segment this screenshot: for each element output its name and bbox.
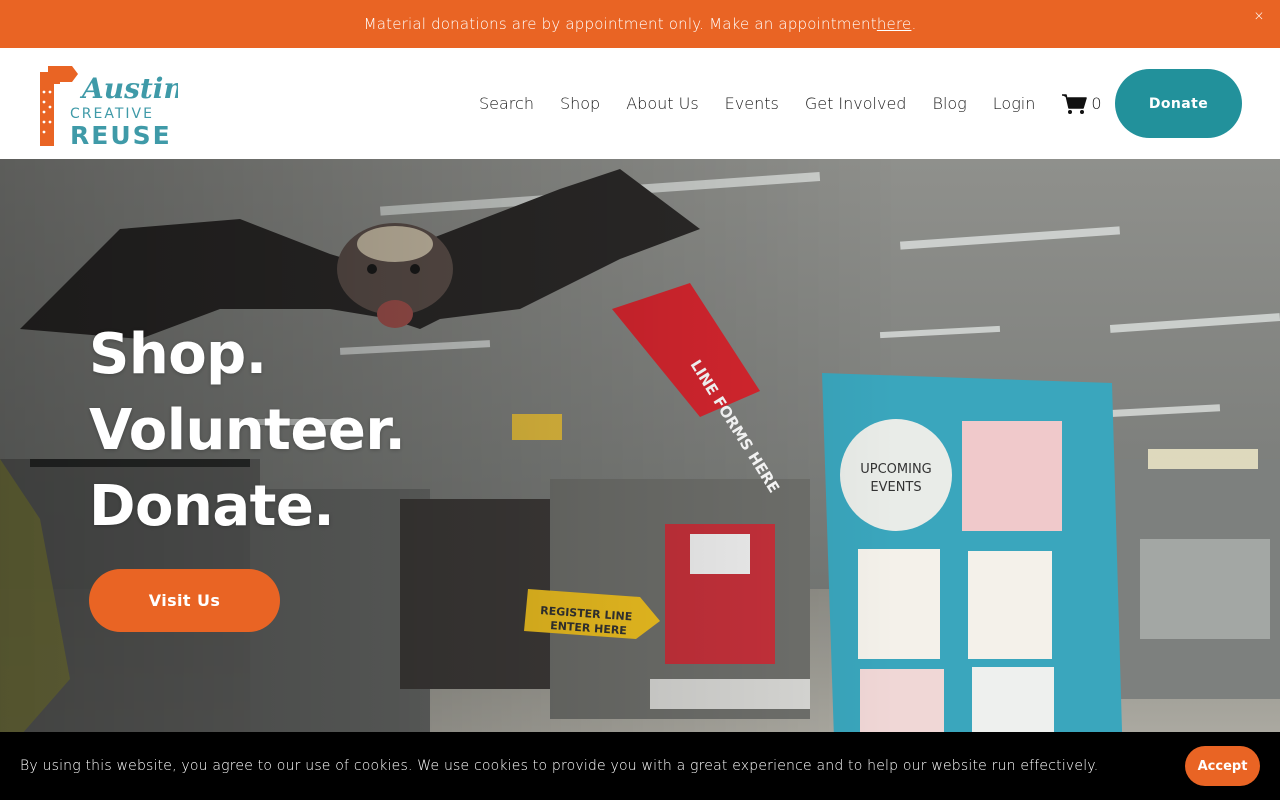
- announcement-bar: Material donations are by appointment on…: [0, 0, 1280, 48]
- cart-count: 0: [1091, 94, 1102, 113]
- hero-line-volunteer: Volunteer.: [89, 398, 406, 463]
- cookie-text: By using this website, you agree to our …: [20, 758, 1099, 774]
- cart-button[interactable]: 0: [1061, 93, 1102, 115]
- announcement-text: Material donations are by appointment on…: [363, 15, 877, 33]
- nav-get-involved[interactable]: Get Involved: [805, 94, 907, 113]
- nav-events[interactable]: Events: [725, 94, 779, 113]
- logo-line3: REUSE: [70, 121, 172, 148]
- hero-headline: Shop. Volunteer. Donate.: [89, 317, 406, 545]
- nav-shop[interactable]: Shop: [560, 94, 600, 113]
- accept-cookies-button[interactable]: Accept: [1185, 746, 1260, 786]
- logo-line2: CREATIVE: [70, 106, 154, 122]
- nav-blog[interactable]: Blog: [932, 94, 966, 113]
- announcement-link[interactable]: here: [877, 15, 912, 33]
- donate-button[interactable]: Donate: [1115, 69, 1242, 138]
- site-header: Austin CREATIVE REUSE Search Shop About …: [0, 48, 1280, 159]
- hero-section: UPCOMING EVENTS LINE FORMS HERE REGISTER…: [0, 159, 1280, 800]
- nav-search[interactable]: Search: [479, 94, 534, 113]
- nav-login[interactable]: Login: [993, 94, 1036, 113]
- close-icon[interactable]: ×: [1252, 10, 1266, 24]
- cart-icon: [1062, 93, 1088, 114]
- announcement-trailing: .: [911, 15, 917, 33]
- hero-line-shop: Shop.: [89, 322, 267, 387]
- visit-us-button[interactable]: Visit Us: [89, 569, 280, 632]
- logo[interactable]: Austin CREATIVE REUSE: [38, 62, 178, 148]
- cookie-banner: By using this website, you agree to our …: [0, 732, 1280, 800]
- logo-line1: Austin: [79, 72, 178, 105]
- hero-line-donate: Donate.: [89, 474, 335, 539]
- nav-about-us[interactable]: About Us: [626, 94, 698, 113]
- main-nav: Search Shop About Us Events Get Involved…: [479, 48, 1128, 159]
